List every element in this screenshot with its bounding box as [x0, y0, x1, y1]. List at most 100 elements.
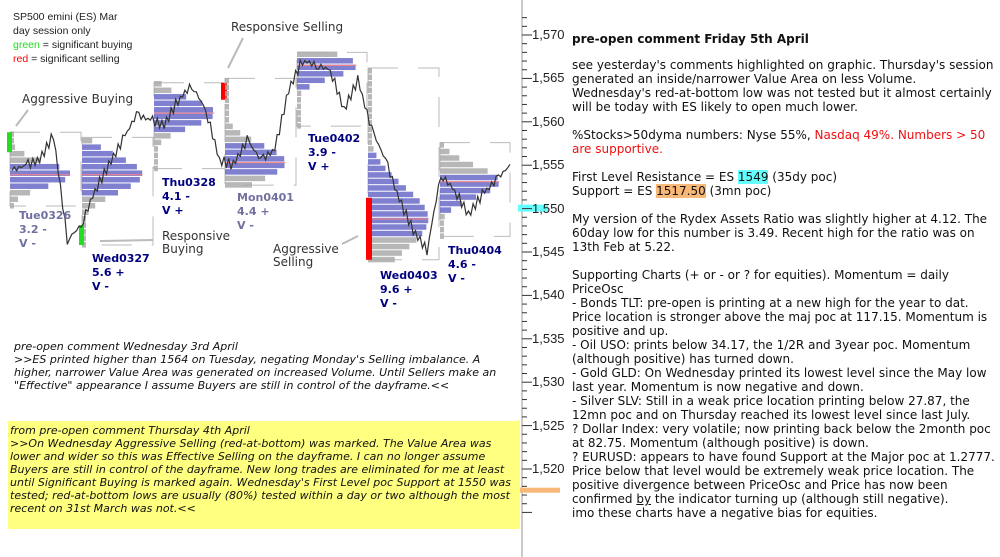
- y-tick-label: 1,555: [532, 157, 565, 173]
- profile-bar: [368, 256, 395, 263]
- profile-bar: [154, 113, 213, 120]
- y-tick-label: 1,525: [532, 417, 565, 433]
- profile-bar: [225, 104, 229, 110]
- y-tick-label: 1,530: [532, 374, 565, 390]
- note-thursday-body: >>On Wednesday Aggressive Selling (red-a…: [10, 437, 511, 515]
- profile-bar: [297, 71, 344, 77]
- profile-bar: [368, 159, 381, 165]
- profile-bar: [368, 146, 374, 152]
- profile-bar: [10, 202, 14, 209]
- profile-bar: [154, 159, 158, 165]
- y-tick-label: 1,545: [532, 244, 565, 259]
- profile-bar: [368, 204, 425, 211]
- annotation-arrow: [99, 239, 154, 242]
- profile-bar: [368, 237, 417, 243]
- session-label-line: V +: [162, 204, 184, 217]
- session-label-line: V -: [237, 219, 254, 232]
- profile-bar: [10, 189, 31, 196]
- supporting-charts: Supporting Charts (+ or - or ? for equit…: [572, 268, 998, 520]
- profile-bar: [10, 183, 49, 189]
- profile-bar: [440, 168, 488, 174]
- supporting-line: Supporting Charts (+ or - or ? for equit…: [572, 268, 949, 296]
- annotation-aggressive-selling: Aggressive Selling: [273, 243, 339, 269]
- supporting-line: ? Dollar Index: very volatile; now print…: [572, 422, 991, 450]
- supporting-line: - Oil USO: prints below 34.17, the 1/2R …: [572, 338, 971, 366]
- profile-bar: [368, 87, 372, 94]
- support-label: Support = ES: [572, 184, 657, 198]
- annotation-responsive-selling: Responsive Selling: [231, 20, 344, 34]
- profile-bar: [154, 146, 158, 152]
- annotation-line: Selling: [273, 255, 314, 269]
- profile-bar: [297, 51, 338, 58]
- session-label-line: Tue0326: [19, 209, 72, 222]
- supporting-line-eurusd: ? EURUSD: appears to have found Support …: [572, 450, 998, 506]
- session-label-line: Mon0401: [237, 191, 294, 204]
- profile-bar: [82, 150, 113, 157]
- session-label-line: 4.1 -: [162, 190, 190, 203]
- session-label: Thu0404 4.6 -V -: [448, 244, 502, 286]
- session-label: Thu0328 4.1 -V +: [162, 176, 216, 218]
- profile-bar: [440, 213, 445, 220]
- annotation-aggressive-buying: Aggressive Buying: [22, 92, 134, 106]
- signal-bar-buying-bottom: [79, 225, 84, 246]
- profile-bar: [82, 176, 140, 183]
- profile-bar: [368, 185, 406, 191]
- profile-bar: [440, 174, 498, 181]
- profile-bar: [225, 91, 229, 97]
- profile-bar: [440, 220, 444, 226]
- annotation-arrow: [227, 37, 244, 69]
- profile-bar: [10, 196, 18, 202]
- y-tick-label: 1,565: [532, 70, 565, 86]
- session-label-line: Thu0404: [448, 244, 502, 257]
- note-thursday: from pre-open comment Thursday 4th April…: [8, 421, 520, 529]
- note-wednesday: pre-open comment Wednesday 3rd April >>E…: [14, 340, 514, 392]
- profile-bar: [440, 148, 450, 155]
- session-label: Wed0403 9.6 + V -: [380, 269, 438, 311]
- profile-bar: [440, 161, 474, 168]
- profile-bar: [440, 233, 444, 239]
- profile-bar: [297, 110, 301, 116]
- session-label-line: V -: [19, 237, 36, 250]
- profile-bar: [297, 116, 301, 123]
- session-label-line: Tue0402: [308, 132, 361, 145]
- profile-bar: [82, 144, 101, 150]
- resistance-value: 1549: [737, 170, 769, 184]
- profile-bar: [368, 74, 372, 81]
- session-label-line: 4.4 +: [237, 205, 270, 218]
- profile-bar: [368, 198, 420, 204]
- profile-bar: [154, 81, 162, 87]
- profile-bar: [368, 133, 372, 139]
- supporting-line: - Silver SLV: Still in a weak price loca…: [572, 394, 971, 422]
- nyse-text: %Stocks>50dyma numbers: Nyse 55%,: [572, 128, 815, 142]
- profile-bar: [225, 123, 233, 130]
- session-label-line: V -: [92, 280, 109, 293]
- legend-title: SP500 emini (ES) Mar: [13, 11, 118, 23]
- profile-bar: [368, 81, 372, 87]
- profile-bar: [154, 165, 158, 172]
- legend-subtitle: day session only: [13, 25, 91, 37]
- y-tick-label: 1,535: [532, 330, 565, 346]
- profile-bar: [297, 84, 310, 90]
- profile-bar: [297, 97, 301, 103]
- session-label-line: Thu0328: [162, 176, 216, 189]
- profile-bar: [368, 68, 372, 74]
- profile-bar: [368, 165, 386, 172]
- session-label: Tue0402 3.9 -V +: [308, 132, 360, 174]
- session-label-line: 3.9 -: [308, 146, 336, 159]
- annotation-responsive-buying: Responsive Buying: [162, 230, 230, 256]
- profile-bar: [368, 172, 392, 178]
- session-label-line: 5.6 +: [92, 266, 125, 279]
- profile-bar: [368, 191, 414, 198]
- profile-bar: [154, 152, 158, 159]
- profile-bar: [368, 100, 372, 107]
- session-label-line: V -: [380, 297, 397, 310]
- profile-bar: [82, 157, 126, 163]
- profile-bar: [368, 152, 377, 159]
- profile-bar: [368, 126, 372, 133]
- session-label-line: 9.6 +: [380, 283, 413, 296]
- profile-bar: [440, 142, 444, 148]
- signal-bar-buying-top: [7, 132, 12, 153]
- commentary-intro: see yesterday's comments highlighted on …: [572, 58, 994, 114]
- profile-bar: [440, 226, 444, 233]
- profile-bar: [225, 84, 229, 91]
